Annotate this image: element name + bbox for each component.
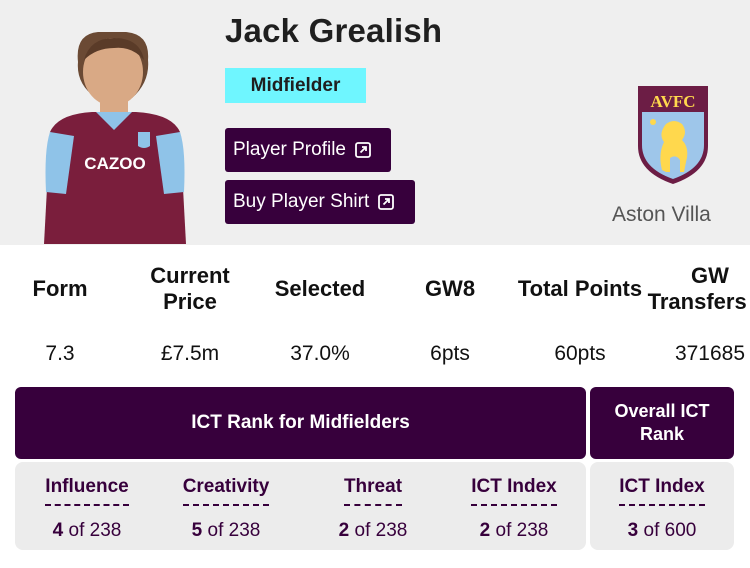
rank-label[interactable]: ICT Index xyxy=(471,476,557,506)
stat-selected: Selected 37.0% xyxy=(255,258,385,366)
crest-text: AVFC xyxy=(650,92,695,111)
rank-value: 2 of 238 xyxy=(309,520,437,542)
stat-label: Selected xyxy=(274,276,366,301)
rank-number: 3 xyxy=(627,520,639,541)
stat-value: 60pts xyxy=(554,342,606,365)
stat-gw-transfers-in: GW Transfers In 371685 xyxy=(645,258,750,366)
stat-label: Form xyxy=(32,276,88,301)
stat-form: Form 7.3 xyxy=(0,258,125,366)
ict-rank-header: ICT Rank for Midfielders xyxy=(15,387,586,459)
overall-ict-rank-panel: ICT Index 3 of 600 xyxy=(590,462,734,550)
stat-value: 37.0% xyxy=(290,342,350,365)
club-crest-icon[interactable]: AVFC xyxy=(636,84,710,186)
stat-total-points: Total Points 60pts xyxy=(515,258,645,366)
player-photo: CAZOO xyxy=(44,32,186,244)
rank-number: 2 xyxy=(479,520,491,541)
rank-total: 238 xyxy=(516,520,549,541)
rank-label[interactable]: Influence xyxy=(45,476,129,506)
player-hero: CAZOO Jack Grealish Midfielder Player Pr… xyxy=(0,0,750,245)
player-name: Jack Grealish xyxy=(225,12,443,49)
rank-value: 2 of 238 xyxy=(450,520,578,542)
stat-label: GW8 xyxy=(424,276,476,301)
stat-value: 7.3 xyxy=(45,342,75,365)
buy-player-shirt-button[interactable]: Buy Player Shirt xyxy=(225,180,415,224)
rank-of: of xyxy=(68,520,85,541)
stat-value: £7.5m xyxy=(160,342,220,365)
rank-of: of xyxy=(207,520,224,541)
rank-label[interactable]: Creativity xyxy=(182,476,270,506)
stat-label: Current Price xyxy=(150,263,230,314)
rank-number: 4 xyxy=(52,520,64,541)
rank-threat: Threat 2 of 238 xyxy=(309,476,437,542)
player-profile-label: Player Profile xyxy=(233,139,346,160)
shirt-sponsor-text: CAZOO xyxy=(84,154,145,173)
rank-of: of xyxy=(495,520,512,541)
stat-label: GW Transfers In xyxy=(647,263,750,314)
rank-value: 4 of 238 xyxy=(23,520,151,542)
stat-label: Total Points xyxy=(517,276,643,301)
rank-total: 238 xyxy=(375,520,408,541)
stat-current-price: Current Price £7.5m xyxy=(125,258,255,366)
position-badge: Midfielder xyxy=(225,68,366,103)
rank-label[interactable]: Threat xyxy=(343,476,403,506)
rank-value: 5 of 238 xyxy=(162,520,290,542)
stat-gameweek: GW8 6pts xyxy=(385,258,515,366)
rank-of: of xyxy=(354,520,371,541)
ict-rank-panel: Influence 4 of 238 Creativity 5 of 238 T… xyxy=(15,462,586,550)
player-stats: Form 7.3 Current Price £7.5m Selected 37… xyxy=(0,258,750,378)
external-link-icon xyxy=(355,142,371,158)
rank-overall-ict-index: ICT Index 3 of 600 xyxy=(598,476,726,542)
rank-of: of xyxy=(643,520,660,541)
rank-ict-index: ICT Index 2 of 238 xyxy=(450,476,578,542)
external-link-icon xyxy=(378,194,395,210)
overall-ict-rank-header: Overall ICT Rank xyxy=(590,387,734,459)
rank-value: 3 of 600 xyxy=(598,520,726,542)
rank-number: 2 xyxy=(338,520,350,541)
stat-value: 6pts xyxy=(430,342,470,365)
rank-total: 600 xyxy=(664,520,697,541)
player-profile-button[interactable]: Player Profile xyxy=(225,128,391,172)
stat-value: 371685 xyxy=(674,342,746,365)
rank-number: 5 xyxy=(191,520,203,541)
rank-influence: Influence 4 of 238 xyxy=(23,476,151,542)
club-name: Aston Villa xyxy=(612,203,711,226)
buy-shirt-label: Buy Player Shirt xyxy=(233,191,370,212)
rank-total: 238 xyxy=(228,520,261,541)
rank-total: 238 xyxy=(89,520,122,541)
rank-label[interactable]: ICT Index xyxy=(619,476,705,506)
rank-creativity: Creativity 5 of 238 xyxy=(162,476,290,542)
